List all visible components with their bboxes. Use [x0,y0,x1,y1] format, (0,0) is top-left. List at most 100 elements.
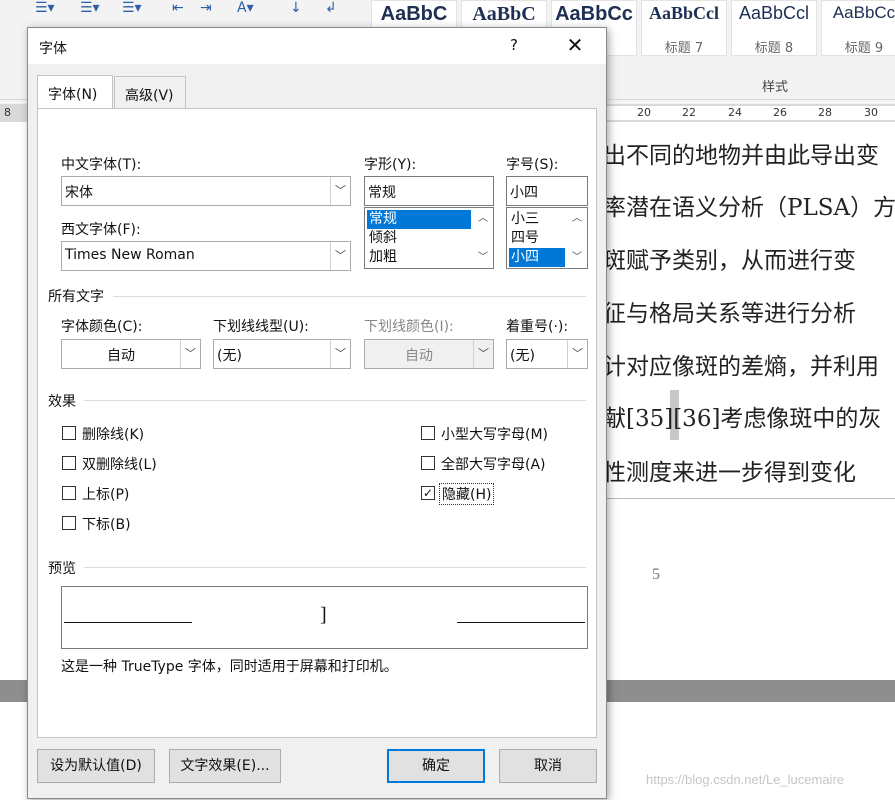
chevron-down-icon[interactable]: ﹀ [474,248,492,267]
ruler-tick: 24 [728,106,742,119]
close-button[interactable]: ✕ [560,34,590,58]
dialog-titlebar[interactable]: 字体 ? ✕ [28,28,606,64]
chevron-up-icon[interactable]: ︿ [568,209,586,228]
set-default-button[interactable]: 设为默认值(D) [37,749,155,783]
ruler-tick: 8 [4,106,11,119]
page-number: 5 [652,566,660,583]
preview-baseline [64,622,192,623]
west-font-combo[interactable]: Times New Roman ﹀ [61,241,351,271]
ruler-tick: 22 [682,106,696,119]
all-caps-checkbox[interactable] [421,456,435,470]
superscript-checkbox[interactable] [62,486,76,500]
sort-icon[interactable]: ↓ [290,0,302,18]
list-item[interactable]: 小三 [509,210,565,229]
doc-line: 性测度来进一步得到变化 [603,460,856,486]
chevron-down-icon[interactable]: ﹀ [330,340,350,368]
preview-text: ] [320,604,327,626]
chevron-down-icon[interactable]: ﹀ [180,340,200,368]
style-gallery-item[interactable]: AaBbCcl 标题 8 [731,0,817,56]
strikethrough-checkbox[interactable] [62,426,76,440]
scrollbar[interactable]: ︿ ﹀ [568,209,586,267]
ruler-tick: 26 [773,106,787,119]
chevron-down-icon[interactable]: ﹀ [568,248,586,267]
checkmark-icon: ✓ [422,486,434,500]
double-strikethrough-checkbox[interactable] [62,456,76,470]
list-item[interactable]: 四号 [509,229,565,248]
footnote-separator [603,498,895,499]
effects-heading: 效果 [48,394,76,410]
small-caps-label[interactable]: 小型大写字母(M) [441,424,548,444]
subscript-checkbox[interactable] [62,516,76,530]
hidden-checkbox[interactable]: ✓ [421,486,435,500]
ruler-tick: 28 [818,106,832,119]
font-size-input[interactable]: 小四 [506,176,588,206]
styles-group-label: 样式 [761,80,788,95]
decrease-indent-icon[interactable]: ⇤ [172,0,184,18]
doc-line: 率潜在语义分析（PLSA）方 [603,195,895,221]
bullet-list-icon[interactable]: ☰▾ [35,0,55,18]
divider [113,296,586,297]
hidden-label[interactable]: 隐藏(H) [439,483,495,505]
font-size-list[interactable]: 小三 四号 小四 ︿ ﹀ [506,207,588,269]
ruler-tick: 20 [637,106,651,119]
underline-color-label: 下划线颜色(I): [364,319,454,335]
strikethrough-label[interactable]: 删除线(K) [82,424,144,444]
cn-font-combo[interactable]: 宋体 ﹀ [61,176,351,206]
increase-indent-icon[interactable]: ⇥ [200,0,212,18]
doc-line: 斑赋予类别，从而进行变 [603,248,856,274]
multilevel-list-icon[interactable]: ☰▾ [122,0,142,18]
all-caps-label[interactable]: 全部大写字母(A) [441,454,546,474]
chevron-down-icon[interactable]: ﹀ [330,177,350,205]
font-color-label: 字体颜色(C): [61,319,143,335]
style-gallery-item[interactable]: AaBbCcl 标题 7 [641,0,727,56]
ruler-tick: 30 [864,106,878,119]
help-button[interactable]: ? [503,36,525,56]
preview-baseline [457,622,585,623]
doc-line: 出不同的地物并由此导出变 [603,143,879,169]
list-item[interactable]: 倾斜 [367,229,471,248]
font-style-list[interactable]: 常规 倾斜 加粗 ︿ ﹀ [364,207,494,269]
underline-style-combo[interactable]: (无) ﹀ [213,339,351,369]
numbered-list-icon[interactable]: ☰▾ [80,0,100,18]
tab-advanced[interactable]: 高级(V) [114,76,186,108]
chevron-down-icon[interactable]: ﹀ [330,242,350,270]
watermark: https://blog.csdn.net/Le_lucemaire [646,772,845,787]
underline-style-label: 下划线线型(U): [213,319,309,335]
superscript-label[interactable]: 上标(P) [82,484,129,504]
double-strikethrough-label[interactable]: 双删除线(L) [82,454,157,474]
emphasis-mark-combo[interactable]: (无) ﹀ [506,339,588,369]
list-item[interactable]: 加粗 [367,248,471,267]
chevron-down-icon[interactable]: ﹀ [567,340,587,368]
subscript-label[interactable]: 下标(B) [82,514,131,534]
chevron-down-icon: ﹀ [473,340,493,368]
font-dialog: 字体 ? ✕ 字体(N) 高级(V) 中文字体(T): 宋体 ﹀ 西文字体(F)… [27,27,607,799]
emphasis-mark-label: 着重号(·): [506,319,569,335]
small-caps-checkbox[interactable] [421,426,435,440]
text-effects-icon[interactable]: A▾ [237,0,254,18]
list-item[interactable]: 常规 [367,210,471,229]
font-size-label: 字号(S): [506,157,559,173]
cn-font-label: 中文字体(T): [61,157,142,173]
chevron-up-icon[interactable]: ︿ [474,209,492,228]
font-style-input[interactable]: 常规 [364,176,494,206]
scrollbar[interactable]: ︿ ﹀ [474,209,492,267]
tab-font[interactable]: 字体(N) [37,75,113,109]
divider [84,567,586,568]
west-font-label: 西文字体(F): [61,222,141,238]
doc-line: 计对应像斑的差熵，并利用 [603,354,879,380]
preview-heading: 预览 [48,561,76,577]
list-item[interactable]: 小四 [509,248,565,267]
ok-button[interactable]: 确定 [387,749,485,783]
cancel-button[interactable]: 取消 [499,749,597,783]
doc-line: 献[35][36]考虑像斑中的灰 [603,406,882,432]
divider [84,400,586,401]
show-marks-icon[interactable]: ↲ [325,0,337,18]
font-color-combo[interactable]: 自动 ﹀ [61,339,201,369]
font-style-label: 字形(Y): [364,157,417,173]
text-effects-button[interactable]: 文字效果(E)... [169,749,281,783]
style-gallery-item[interactable]: AaBbCc 标题 9 [821,0,895,56]
font-tab-panel: 中文字体(T): 宋体 ﹀ 西文字体(F): Times New Roman ﹀… [37,108,597,738]
all-text-heading: 所有文字 [48,289,104,305]
preview-note: 这是一种 TrueType 字体，同时适用于屏幕和打印机。 [61,659,398,675]
doc-line: 征与格局关系等进行分析 [603,301,856,327]
